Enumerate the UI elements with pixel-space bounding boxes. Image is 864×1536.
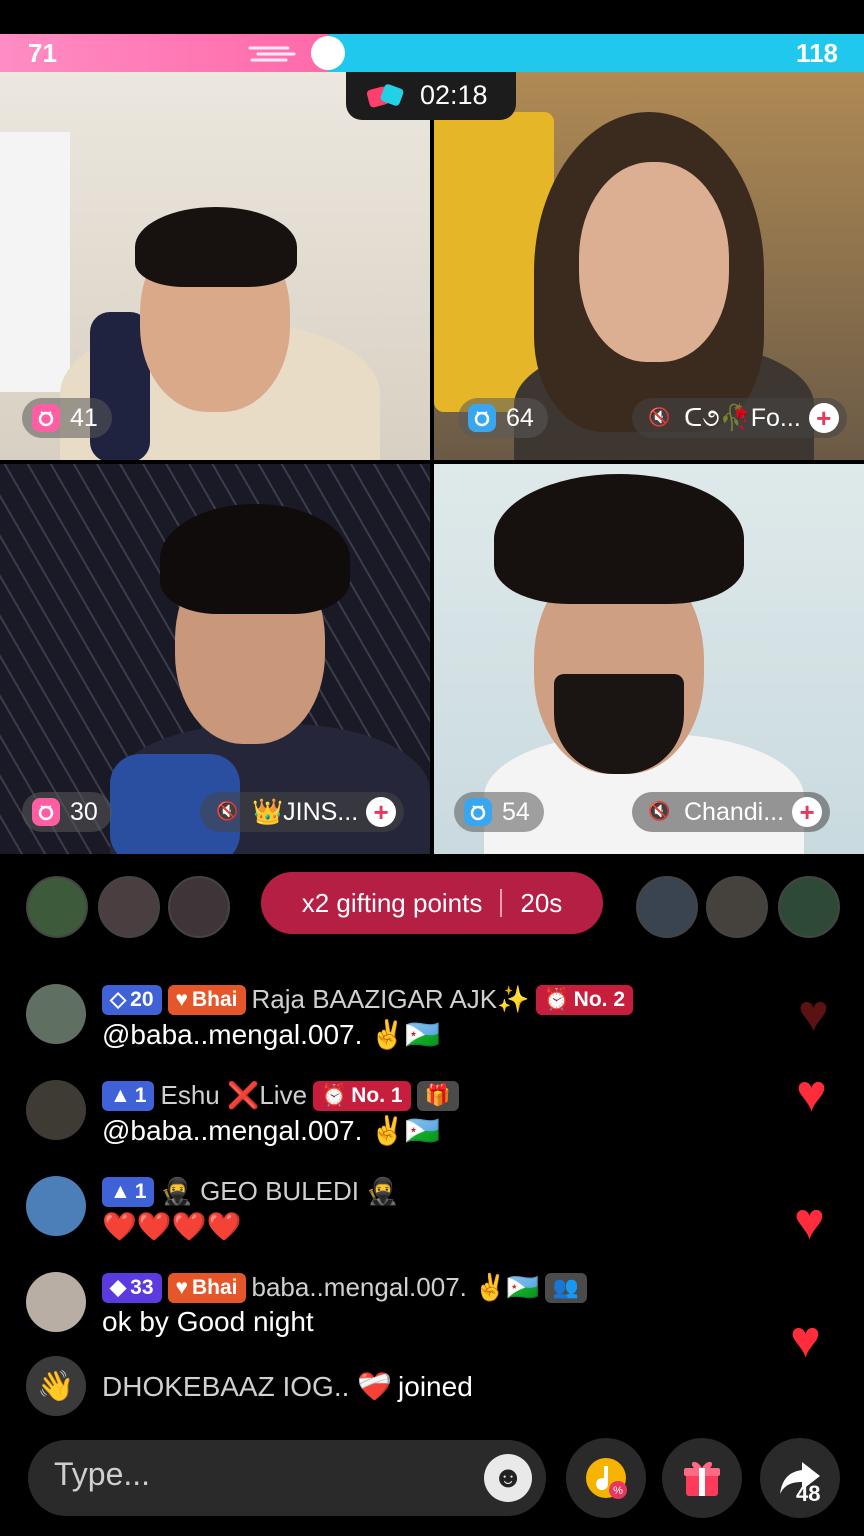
avatar[interactable]	[26, 984, 86, 1044]
top-gifter-avatar[interactable]	[26, 876, 88, 938]
gift-icon	[684, 1461, 720, 1496]
join-text: DHOKEBAAZ IOG.. ❤️‍🩹 joined	[102, 1370, 473, 1403]
video-tile-3[interactable]: 30 🔇 👑JINS... +	[0, 464, 430, 854]
gift-score-icon	[32, 798, 60, 826]
top-gifter-avatar[interactable]	[98, 876, 160, 938]
tile-username: 👑JINS...	[252, 797, 359, 826]
chat-text: ok by Good night	[102, 1306, 314, 1337]
rank-badge: ⏰ No. 2	[535, 984, 634, 1015]
tile-1-score: 41	[22, 398, 112, 438]
gift-score-icon	[468, 404, 496, 432]
music-note-icon: %	[586, 1458, 627, 1499]
video-tile-4[interactable]: 54 🔇 Chandi... +	[434, 464, 864, 854]
join-action: joined	[398, 1370, 473, 1402]
tile-3-name-pill[interactable]: 🔇 👑JINS... +	[200, 792, 405, 832]
floating-heart-icon: ♥	[790, 1311, 821, 1369]
level-value: 20	[130, 987, 154, 1011]
level-badge: ▲ 1	[102, 1176, 155, 1207]
avatar[interactable]	[26, 1176, 86, 1236]
muted-icon: 🔇	[648, 801, 671, 821]
tile-username: Chandi...	[684, 797, 785, 826]
floating-heart-icon: ♥	[794, 1193, 825, 1251]
top-gifter-avatar[interactable]	[778, 876, 840, 938]
level-badge: ▲ 1	[102, 1080, 155, 1111]
chat-text: @baba..mengal.007. ✌️🇩🇯	[102, 1115, 440, 1146]
level-badge: ◇ 20	[102, 984, 162, 1015]
fan-tag: Bhai	[191, 987, 238, 1011]
tile-score-value: 30	[70, 797, 98, 826]
chat-header: ▲ 1 Eshu ❌Live ⏰ No. 1 🎁	[102, 1080, 459, 1111]
rank-value: No. 1	[351, 1083, 403, 1107]
video-tile-2[interactable]: 64 🔇 ᑕ૭🥀Fo... +	[434, 72, 864, 460]
rank-badge: ⏰ No. 1	[313, 1080, 411, 1111]
gift-button[interactable]	[662, 1438, 742, 1518]
tile-score-value: 41	[70, 403, 98, 432]
tile-username: ᑕ૭🥀Fo...	[684, 404, 801, 432]
tiktok-coin-button[interactable]: %	[566, 1438, 646, 1518]
chat-username[interactable]: Raja BAAZIGAR AJK✨	[252, 984, 530, 1015]
left-team-score: 71	[28, 38, 57, 68]
tile-score-value: 64	[506, 403, 534, 432]
battle-timer-text: 02:18	[420, 80, 488, 110]
muted-icon: 🔇	[216, 801, 239, 821]
chat-username[interactable]: Eshu ❌Live	[160, 1080, 307, 1111]
join-notice: 👋 DHOKEBAAZ IOG.. ❤️‍🩹 joined	[26, 1356, 746, 1416]
top-gifter-avatar[interactable]	[636, 876, 698, 938]
divider	[500, 889, 503, 917]
emoji-button[interactable]: ☻	[484, 1454, 532, 1502]
right-team-score: 118	[796, 38, 838, 68]
chat-text: ❤️❤️❤️❤️	[102, 1211, 242, 1242]
share-count: 48	[796, 1481, 821, 1506]
svg-text:%: %	[613, 1485, 623, 1497]
rank-value: No. 2	[573, 987, 626, 1011]
tile-4-score: 54	[454, 792, 544, 832]
follow-plus-button[interactable]: +	[366, 797, 397, 827]
video-tile-1[interactable]: 41	[0, 72, 430, 460]
wave-hand-icon: 👋	[26, 1356, 86, 1416]
chat-header: ◇ 20 ♥ Bhai Raja BAAZIGAR AJK✨ ⏰ No. 2	[102, 984, 634, 1015]
top-gifter-avatar[interactable]	[706, 876, 768, 938]
tile-3-score: 30	[22, 792, 112, 832]
avatar[interactable]	[26, 1272, 86, 1332]
chat-message[interactable]: ▲ 1 Eshu ❌Live ⏰ No. 1 🎁 @baba..mengal.0…	[26, 1080, 746, 1150]
chat-text: @baba..mengal.007. ✌️🇩🇯	[102, 1019, 440, 1050]
top-gifter-avatar[interactable]	[168, 876, 230, 938]
tile-2-score: 64	[458, 398, 548, 438]
follow-plus-button[interactable]: +	[792, 797, 823, 827]
chat-message[interactable]: ▲ 1 🥷 GEO BULEDI 🥷 ❤️❤️❤️❤️	[26, 1176, 746, 1246]
level-badge: ◆ 33	[102, 1272, 162, 1303]
chat-username[interactable]: baba..mengal.007. ✌️🇩🇯	[252, 1272, 539, 1303]
comment-placeholder: Type...	[54, 1456, 151, 1492]
gift-score-icon	[464, 798, 492, 826]
moderator-badge-icon: 👥	[544, 1272, 588, 1303]
floating-heart-icon: ♥	[798, 985, 829, 1043]
gifting-points-timer: 20s	[520, 887, 563, 918]
level-value: 1	[134, 1179, 147, 1203]
gift-badge-icon: 🎁	[416, 1080, 459, 1111]
join-username[interactable]: DHOKEBAAZ IOG.. ❤️‍🩹	[102, 1370, 392, 1403]
tile-4-name-pill[interactable]: 🔇 Chandi... +	[632, 792, 831, 832]
chat-header: ◆ 33 ♥ Bhai baba..mengal.007. ✌️🇩🇯 👥	[102, 1272, 588, 1303]
fan-club-badge: ♥ Bhai	[167, 1272, 246, 1303]
tile-2-name-pill[interactable]: 🔇 ᑕ૭🥀Fo... +	[632, 398, 847, 438]
chat-username[interactable]: 🥷 GEO BULEDI 🥷	[160, 1176, 398, 1207]
battle-versus-icon	[366, 84, 404, 108]
gifting-points-banner[interactable]: x2 gifting points 20s	[261, 872, 603, 934]
streak-icon	[248, 46, 296, 62]
chat-message[interactable]: ◇ 20 ♥ Bhai Raja BAAZIGAR AJK✨ ⏰ No. 2 @…	[26, 984, 746, 1054]
gifting-points-label: x2 gifting points	[301, 887, 483, 918]
level-value: 1	[134, 1083, 147, 1107]
fan-club-badge: ♥ Bhai	[167, 984, 246, 1015]
floating-heart-icon: ♥	[796, 1065, 827, 1123]
muted-icon: 🔇	[648, 407, 671, 427]
tile-score-value: 54	[502, 797, 530, 826]
follow-plus-button[interactable]: +	[808, 403, 839, 433]
gift-score-icon	[32, 404, 60, 432]
avatar[interactable]	[26, 1080, 86, 1140]
chat-message[interactable]: ◆ 33 ♥ Bhai baba..mengal.007. ✌️🇩🇯 👥 ok …	[26, 1272, 746, 1342]
chat-header: ▲ 1 🥷 GEO BULEDI 🥷	[102, 1176, 399, 1207]
fan-tag: Bhai	[191, 1275, 238, 1299]
level-value: 33	[130, 1275, 154, 1299]
